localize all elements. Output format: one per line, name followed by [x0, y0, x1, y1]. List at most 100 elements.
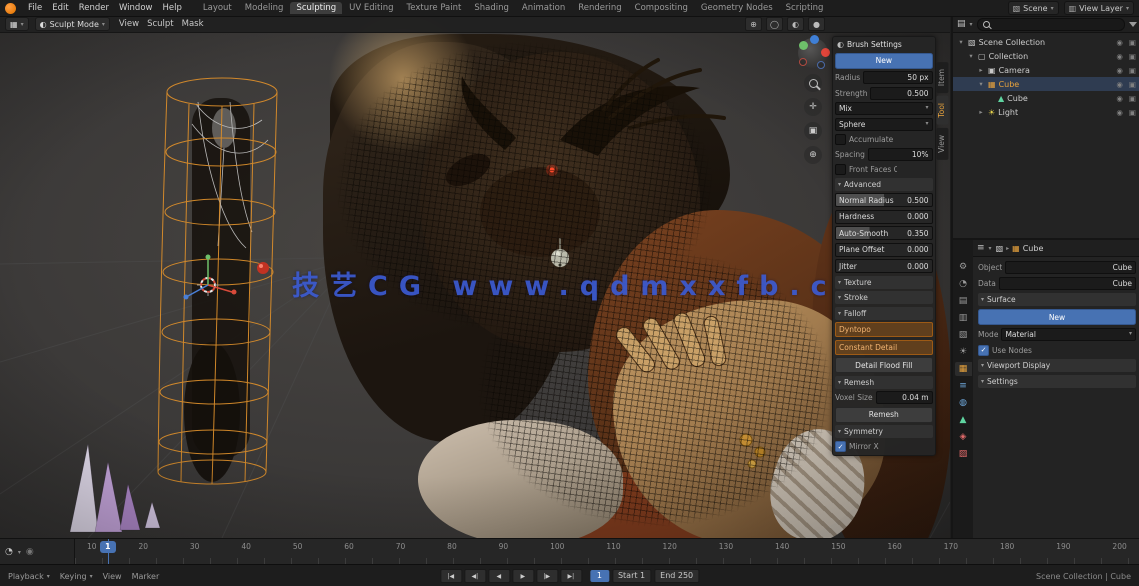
viewport-menu-mask[interactable]: Mask [179, 19, 207, 29]
tool-panel-dyntopo[interactable]: Dyntopo [835, 322, 933, 337]
tool-panel-auto-smooth-slider[interactable]: Auto-Smooth0.350 [835, 226, 933, 240]
tab-material[interactable]: ◈ [955, 430, 972, 444]
navigation-gizmo[interactable] [798, 38, 828, 68]
properties-use-nodes-checkbox[interactable]: ✓ [978, 345, 989, 356]
workspace-tab-texture-paint[interactable]: Texture Paint [401, 2, 468, 14]
outliner-row-cube[interactable]: ▲Cube◉▣ [953, 91, 1139, 105]
hide-in-viewport-icon[interactable]: ◉ [1116, 94, 1123, 103]
tool-panel-radius-value[interactable]: 50 px [863, 71, 932, 84]
hide-in-viewport-icon[interactable]: ◉ [1116, 38, 1123, 47]
tab-tool[interactable]: ⚙ [955, 260, 972, 274]
viewport-menu-sculpt[interactable]: Sculpt [144, 19, 177, 29]
tab-texture[interactable]: ▨ [955, 447, 972, 461]
overlays-toggle-icon[interactable]: ◯ [766, 17, 783, 31]
jump-to-start-button[interactable]: |◀ [440, 569, 462, 583]
zoom-tool-icon[interactable] [804, 74, 822, 92]
expander-icon[interactable]: ▾ [957, 38, 965, 46]
properties-new-button[interactable]: New [978, 309, 1136, 325]
viewport-menu-view[interactable]: View [116, 19, 142, 29]
tab-render[interactable]: ◔ [955, 277, 972, 291]
tool-panel-stroke[interactable]: ▾Stroke [835, 291, 933, 304]
menu-render[interactable]: Render [74, 2, 114, 14]
hide-in-viewport-icon[interactable]: ◉ [1116, 80, 1123, 89]
workspace-tab-geometry-nodes[interactable]: Geometry Nodes [695, 2, 779, 14]
tool-panel-normal-radius-slider[interactable]: Normal Radius0.500 [835, 193, 933, 207]
camera-view-icon[interactable]: ▣ [804, 122, 822, 140]
hide-in-viewport-icon[interactable]: ◉ [1116, 66, 1123, 75]
tab-physics[interactable]: ◍ [955, 396, 972, 410]
workspace-tab-animation[interactable]: Animation [516, 2, 571, 14]
next-keyframe-button[interactable]: |▶ [536, 569, 558, 583]
workspace-tab-modeling[interactable]: Modeling [239, 2, 290, 14]
tool-panel-mix-select[interactable]: Mix▾ [835, 102, 933, 115]
workspace-tab-sculpting[interactable]: Sculpting [290, 2, 342, 14]
expander-icon[interactable]: ▸ [977, 108, 985, 116]
properties-surface[interactable]: ▾Surface [978, 293, 1136, 306]
workspace-tab-uv-editing[interactable]: UV Editing [343, 2, 399, 14]
tool-panel-hardness-slider[interactable]: Hardness0.000 [835, 210, 933, 224]
tool-panel-front-faces-only-checkbox[interactable] [835, 164, 846, 175]
disable-in-renders-icon[interactable]: ▣ [1129, 80, 1136, 89]
viewport-3d[interactable]: ▦ ▾ ◐ Sculpt Mode ▾ ViewSculptMask ⊕ ◯ ◐… [0, 16, 950, 538]
properties-mode-select[interactable]: Material▾ [1001, 328, 1136, 341]
tab-object-data[interactable]: ▲ [955, 413, 972, 427]
previous-keyframe-button[interactable]: ◀| [464, 569, 486, 583]
tool-panel-remesh-button[interactable]: Remesh [835, 407, 933, 423]
properties-use-nodes[interactable]: ✓Use Nodes [978, 344, 1136, 356]
tool-panel-new-button[interactable]: New [835, 53, 933, 69]
menu-edit[interactable]: Edit [47, 2, 73, 14]
workspace-tab-rendering[interactable]: Rendering [572, 2, 627, 14]
tool-panel-mirror-x-checkbox[interactable]: ✓ [835, 441, 846, 452]
sidebar-tab-view[interactable]: View [936, 128, 948, 160]
editor-properties-icon[interactable]: ≡ [977, 243, 985, 253]
playhead-frame-badge[interactable]: 1 [100, 541, 116, 553]
editor-type-selector[interactable]: ▦ ▾ [5, 17, 29, 31]
tool-panel-strength-value[interactable]: 0.500 [870, 87, 932, 100]
tool-panel-advanced[interactable]: ▾Advanced [835, 178, 933, 191]
sidebar-tab-item[interactable]: Item [936, 62, 948, 93]
current-frame-field[interactable]: 1 [590, 570, 609, 582]
workspace-tab-scripting[interactable]: Scripting [780, 2, 830, 14]
editor-outliner-icon[interactable]: ▤ [957, 19, 966, 29]
tool-panel-brush-settings[interactable]: ◐Brush Settings [835, 39, 933, 50]
disable-in-renders-icon[interactable]: ▣ [1129, 108, 1136, 117]
properties-data-value[interactable]: Cube [999, 277, 1136, 290]
menu-file[interactable]: File [23, 2, 47, 14]
statusbar-menu-marker[interactable]: Marker [132, 572, 160, 581]
tool-panel-jitter-slider[interactable]: Jitter0.000 [835, 259, 933, 273]
expander-icon[interactable]: ▸ [977, 66, 985, 74]
outliner-row-scene-collection[interactable]: ▾▧Scene Collection◉▣ [953, 35, 1139, 49]
tab-scene[interactable]: ▧ [955, 328, 972, 342]
tab-object[interactable]: ▦ [955, 362, 972, 376]
outliner-row-collection[interactable]: ▾▢Collection◉▣ [953, 49, 1139, 63]
workspace-tab-layout[interactable]: Layout [197, 2, 238, 14]
perspective-toggle-icon[interactable]: ⊕ [804, 146, 822, 164]
filter-icon[interactable] [1129, 22, 1137, 27]
disable-in-renders-icon[interactable]: ▣ [1129, 52, 1136, 61]
tab-output[interactable]: ▤ [955, 294, 972, 308]
xray-toggle-icon[interactable]: ◐ [787, 17, 804, 31]
tool-panel-mirror-x[interactable]: ✓Mirror X [835, 441, 933, 453]
properties-viewport-display[interactable]: ▾Viewport Display [978, 359, 1136, 372]
outliner-row-camera[interactable]: ▸▣Camera◉▣ [953, 63, 1139, 77]
blender-logo-icon[interactable] [5, 3, 16, 14]
tool-panel-accumulate[interactable]: Accumulate [835, 133, 933, 145]
play-button[interactable]: ▶ [512, 569, 534, 583]
shading-mode-icon[interactable]: ● [808, 17, 825, 31]
tool-panel-texture[interactable]: ▾Texture [835, 276, 933, 289]
statusbar-menu-keying[interactable]: Keying▾ [60, 572, 93, 581]
red-sphere-object[interactable] [257, 262, 269, 274]
axis-y-icon[interactable] [799, 41, 808, 50]
tab-view-layer[interactable]: ▥ [955, 311, 972, 325]
tool-panel-front-faces-only[interactable]: Front Faces Only [835, 163, 933, 175]
gizmos-toggle-icon[interactable]: ⊕ [745, 17, 762, 31]
properties-settings[interactable]: ▾Settings [978, 375, 1136, 388]
hide-in-viewport-icon[interactable]: ◉ [1116, 52, 1123, 61]
tool-panel-remesh[interactable]: ▾Remesh [835, 376, 933, 389]
tool-panel-accumulate-checkbox[interactable] [835, 134, 846, 145]
viewport-canvas[interactable]: 技艺CG www.qdmxxfb.cn ✛ ▣ ⊕ ◐Brush Setting… [0, 32, 950, 538]
menu-help[interactable]: Help [157, 2, 186, 14]
auto-keying-icon[interactable]: ◉ [26, 547, 34, 557]
tab-modifiers[interactable]: ≡ [955, 379, 972, 393]
tool-panel-sphere-select[interactable]: Sphere▾ [835, 118, 933, 131]
